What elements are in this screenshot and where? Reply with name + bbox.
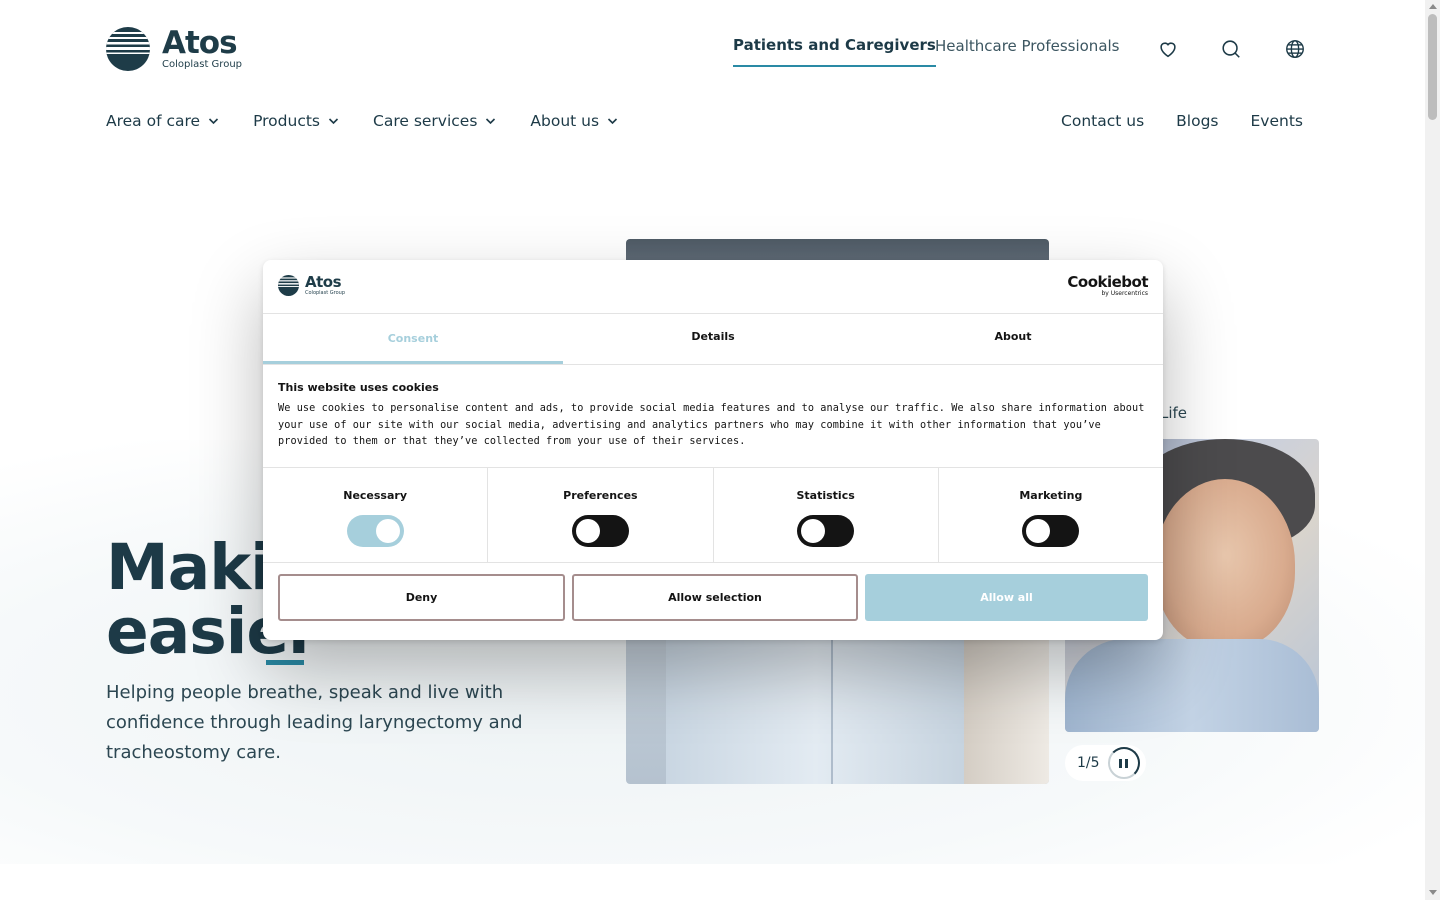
page: Atos Coloplast Group Patients and Caregi… xyxy=(0,0,1425,900)
audience-tab-patients[interactable]: Patients and Caregivers xyxy=(733,36,936,67)
cookie-dialog-brand-logo: Atos Coloplast Group xyxy=(278,275,345,296)
tab-details[interactable]: Details xyxy=(563,314,863,364)
nav-blogs[interactable]: Blogs xyxy=(1176,112,1218,130)
secondary-navigation: Contact us Blogs Events xyxy=(1061,112,1303,130)
globe-icon[interactable] xyxy=(1284,38,1306,60)
tab-about[interactable]: About xyxy=(863,314,1163,364)
category-necessary: Necessary xyxy=(263,468,489,562)
preferences-toggle[interactable] xyxy=(571,515,629,547)
hero-title-cursor xyxy=(266,660,304,665)
scrollbar-thumb[interactable] xyxy=(1428,14,1437,120)
photo-face xyxy=(1155,479,1295,649)
category-preferences: Preferences xyxy=(488,468,714,562)
photo-body xyxy=(1065,639,1319,732)
nav-label: Products xyxy=(253,112,320,130)
page-scrollbar[interactable] xyxy=(1425,0,1440,900)
cookie-dialog-text: We use cookies to personalise content an… xyxy=(278,403,1145,447)
cookie-dialog-heading: This website uses cookies xyxy=(278,381,439,394)
pause-icon xyxy=(1119,758,1129,768)
nav-area-of-care[interactable]: Area of care xyxy=(106,112,219,130)
carousel-pager: 1/5 xyxy=(1065,745,1146,781)
slide-caption: Life xyxy=(1160,404,1188,422)
nav-events[interactable]: Events xyxy=(1251,112,1303,130)
tab-consent[interactable]: Consent xyxy=(263,314,563,364)
chevron-down-icon xyxy=(208,118,219,125)
chevron-down-icon xyxy=(608,118,618,125)
hero-subtitle: Helping people breathe, speak and live w… xyxy=(106,682,523,763)
allow-selection-button[interactable]: Allow selection xyxy=(572,574,858,621)
cookie-dialog-tabs: Consent Details About xyxy=(263,314,1163,365)
cookie-dialog-body: This website uses cookies We use cookies… xyxy=(263,365,1163,468)
heart-icon[interactable] xyxy=(1157,38,1179,60)
cookie-dialog-brand-sub: Coloplast Group xyxy=(305,290,346,296)
category-label: Preferences xyxy=(563,489,638,502)
brand-logo[interactable]: Atos Coloplast Group xyxy=(106,27,242,71)
search-icon[interactable] xyxy=(1220,38,1242,60)
carousel-counter: 1/5 xyxy=(1077,755,1100,771)
logo-mark-icon xyxy=(106,27,150,71)
category-label: Marketing xyxy=(1019,489,1083,502)
category-statistics: Statistics xyxy=(714,468,939,562)
brand-name: Atos xyxy=(162,24,238,61)
carousel-pause-button[interactable] xyxy=(1107,747,1140,779)
audience-tab-professionals[interactable]: Healthcare Professionals xyxy=(935,37,1120,67)
cookiebot-name: Cookiebot xyxy=(1067,273,1148,291)
cookie-consent-dialog: Atos Coloplast Group Cookiebot by Userce… xyxy=(263,260,1163,640)
marketing-toggle[interactable] xyxy=(1022,515,1080,547)
cookie-dialog-actions: Deny Allow selection Allow all xyxy=(263,563,1163,621)
category-label: Statistics xyxy=(796,489,855,502)
nav-contact-us[interactable]: Contact us xyxy=(1061,112,1144,130)
deny-button[interactable]: Deny xyxy=(278,574,565,621)
logo-mark-icon xyxy=(278,275,299,296)
brand-subtitle: Coloplast Group xyxy=(162,58,243,70)
main-navigation: Area of care Products Care services Abou… xyxy=(106,112,618,130)
category-marketing: Marketing xyxy=(939,468,1163,562)
allow-all-button[interactable]: Allow all xyxy=(865,574,1148,621)
cookiebot-logo[interactable]: Cookiebot by Usercentrics xyxy=(1067,273,1148,298)
scroll-up-arrow-icon[interactable] xyxy=(1429,4,1437,9)
scroll-down-arrow-icon[interactable] xyxy=(1429,890,1437,895)
nav-about-us[interactable]: About us xyxy=(530,112,618,130)
necessary-toggle[interactable] xyxy=(346,515,404,547)
nav-label: Care services xyxy=(373,112,478,130)
category-label: Necessary xyxy=(343,489,407,502)
cookie-dialog-brand-name: Atos xyxy=(305,273,342,291)
nav-label: About us xyxy=(530,112,600,130)
statistics-toggle[interactable] xyxy=(797,515,855,547)
photo-shirt-placket xyxy=(831,619,833,784)
nav-label: Area of care xyxy=(106,112,201,130)
chevron-down-icon xyxy=(486,118,496,125)
cookiebot-by: by Usercentrics xyxy=(1101,290,1148,297)
cookie-dialog-header: Atos Coloplast Group Cookiebot by Userce… xyxy=(263,260,1163,314)
chevron-down-icon xyxy=(328,118,339,125)
cookie-categories: Necessary Preferences Statistics Marketi… xyxy=(263,468,1163,563)
nav-products[interactable]: Products xyxy=(253,112,339,130)
nav-care-services[interactable]: Care services xyxy=(373,112,496,130)
